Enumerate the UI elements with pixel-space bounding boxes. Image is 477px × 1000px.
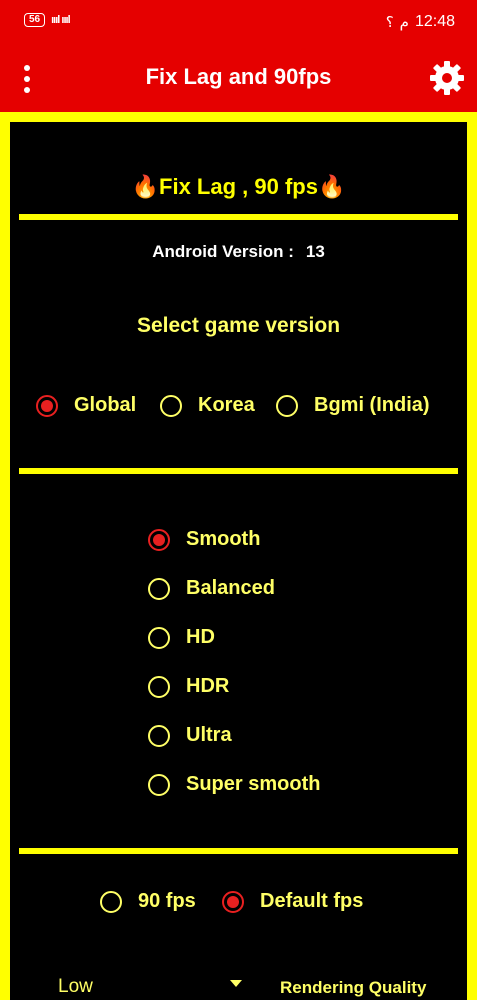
radio-label: Super smooth bbox=[186, 773, 321, 795]
radio-smooth[interactable]: Smooth bbox=[148, 528, 260, 551]
radio-unchecked-icon[interactable] bbox=[148, 577, 170, 600]
divider bbox=[19, 468, 458, 474]
radio-hd[interactable]: HD bbox=[148, 626, 215, 649]
signal-icon: ıııl ıııl bbox=[51, 14, 70, 26]
radio-90-fps[interactable]: 90 fps bbox=[100, 890, 196, 913]
radio-unchecked-icon[interactable] bbox=[160, 394, 182, 417]
android-version: Android Version : 13 bbox=[10, 242, 467, 262]
radio-ultra[interactable]: Ultra bbox=[148, 724, 232, 747]
battery-icon: 56 bbox=[24, 13, 46, 27]
rendering-quality-label: Rendering Quality bbox=[280, 978, 427, 997]
radio-label: HDR bbox=[186, 675, 230, 697]
radio-super-smooth[interactable]: Super smooth bbox=[148, 773, 320, 796]
status-left: 56 ıııl ıııl bbox=[24, 13, 71, 27]
radio-label: Korea bbox=[198, 394, 255, 416]
radio-unchecked-icon[interactable] bbox=[100, 890, 122, 913]
select-game-version-title: Select game version bbox=[136, 314, 341, 337]
radio-label: Default fps bbox=[260, 890, 364, 912]
status-bar: 56 ıııl ıııl ⸮ م 12:48 bbox=[0, 0, 477, 46]
radio-label: Bgmi (India) bbox=[314, 394, 430, 416]
radio-checked-icon[interactable] bbox=[148, 528, 170, 551]
radio-unchecked-icon[interactable] bbox=[276, 394, 298, 417]
radio-unchecked-icon[interactable] bbox=[148, 675, 170, 698]
status-right: ⸮ م 12:48 bbox=[386, 13, 455, 31]
radio-korea[interactable]: Korea bbox=[160, 394, 255, 417]
data-indicator-icon: ⸮ bbox=[385, 14, 394, 31]
ampm-indicator: م bbox=[399, 14, 409, 31]
radio-default-fps[interactable]: Default fps bbox=[222, 890, 363, 913]
android-version-label: Android Version : bbox=[152, 242, 294, 261]
divider bbox=[19, 214, 458, 220]
radio-unchecked-icon[interactable] bbox=[148, 626, 170, 649]
app-title: Fix Lag and 90fps bbox=[145, 64, 332, 89]
rendering-row: Low Rendering Quality bbox=[10, 974, 467, 1000]
radio-global[interactable]: Global bbox=[36, 394, 136, 417]
radio-balanced[interactable]: Balanced bbox=[148, 577, 275, 600]
app-bar: Fix Lag and 90fps bbox=[0, 46, 477, 112]
radio-label: HD bbox=[186, 626, 215, 648]
headline: 🔥Fix Lag , 90 fps🔥 bbox=[131, 174, 346, 199]
radio-unchecked-icon[interactable] bbox=[148, 773, 170, 796]
radio-hdr[interactable]: HDR bbox=[148, 675, 229, 698]
rendering-quality-select[interactable]: Low bbox=[58, 976, 93, 998]
divider bbox=[19, 848, 458, 854]
radio-checked-icon[interactable] bbox=[222, 890, 244, 913]
chevron-down-icon[interactable] bbox=[230, 980, 242, 987]
radio-unchecked-icon[interactable] bbox=[148, 724, 170, 747]
radio-checked-icon[interactable] bbox=[36, 394, 58, 417]
radio-label: 90 fps bbox=[138, 890, 196, 912]
radio-label: Global bbox=[74, 394, 137, 416]
radio-label: Smooth bbox=[186, 528, 261, 550]
android-version-value: 13 bbox=[305, 242, 325, 261]
radio-label: Balanced bbox=[186, 577, 275, 599]
radio-label: Ultra bbox=[186, 724, 232, 746]
radio-bgmi[interactable]: Bgmi (India) bbox=[276, 394, 430, 417]
clock: 12:48 bbox=[414, 13, 455, 30]
gear-icon[interactable] bbox=[429, 60, 465, 96]
main-panel: 🔥Fix Lag , 90 fps🔥 Android Version : 13 S… bbox=[0, 112, 477, 1000]
